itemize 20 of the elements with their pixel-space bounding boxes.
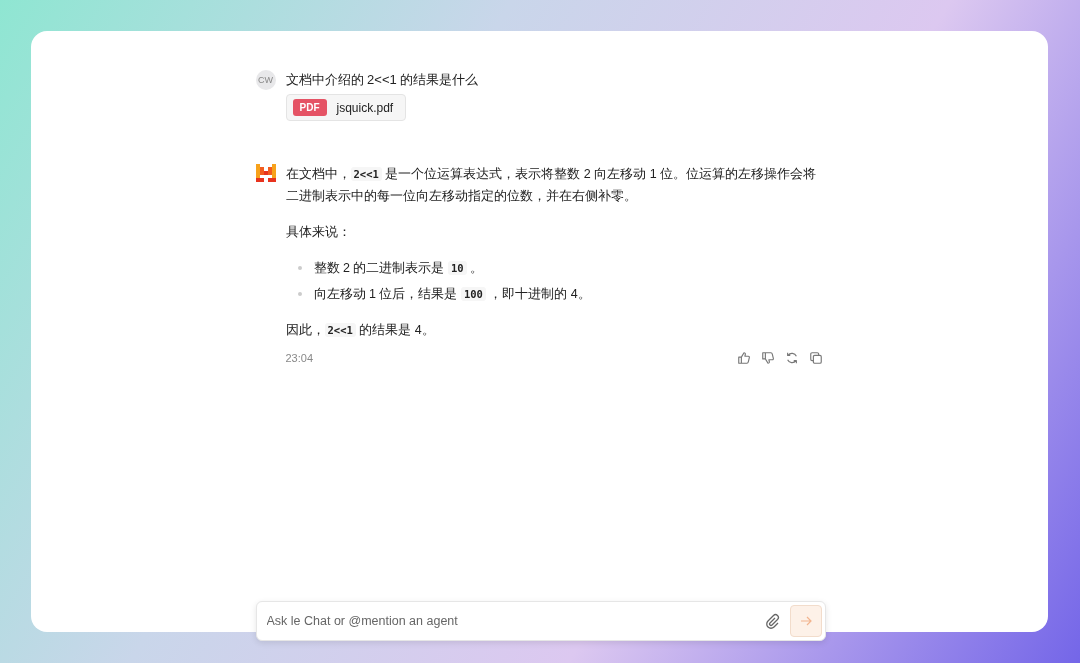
list-item: 向左移动 1 位后，结果是 100 ，即十进制的 4。 <box>313 286 591 303</box>
paperclip-icon[interactable] <box>763 613 780 629</box>
thumbs-down-icon[interactable] <box>759 350 776 366</box>
arrow-icon <box>798 614 813 628</box>
message-time: 23:04 <box>285 351 314 366</box>
reply-paragraph: 具体来说： <box>285 224 352 241</box>
user-avatar: CW <box>255 70 276 90</box>
reply-paragraph: 在文档中，2<<1 是一个位运算表达式，表示将整数 2 向左移动 1 位。位运算的左移操作会将二进制表示中的每一位向左移动指定的位数，并在右侧补零。 <box>285 166 818 205</box>
user-message: 文档中介绍的 2<<1 的结果是什么 <box>285 71 479 89</box>
list-item: 整数 2 的二进制表示是 10 。 <box>313 260 483 277</box>
bullet-icon <box>297 266 302 270</box>
attachment-chip[interactable]: PDF jsquick.pdf <box>285 94 407 121</box>
copy-icon[interactable] <box>807 350 824 366</box>
file-name: jsquick.pdf <box>336 100 394 115</box>
bullet-icon <box>297 292 302 296</box>
chat-input[interactable]: Ask le Chat or @mention an agent <box>255 601 826 641</box>
logo-icon <box>255 164 276 182</box>
reply-paragraph: 因此，2<<1 的结果是 4。 <box>285 322 436 339</box>
thumbs-up-icon[interactable] <box>735 350 752 366</box>
file-type-badge: PDF <box>292 99 327 116</box>
